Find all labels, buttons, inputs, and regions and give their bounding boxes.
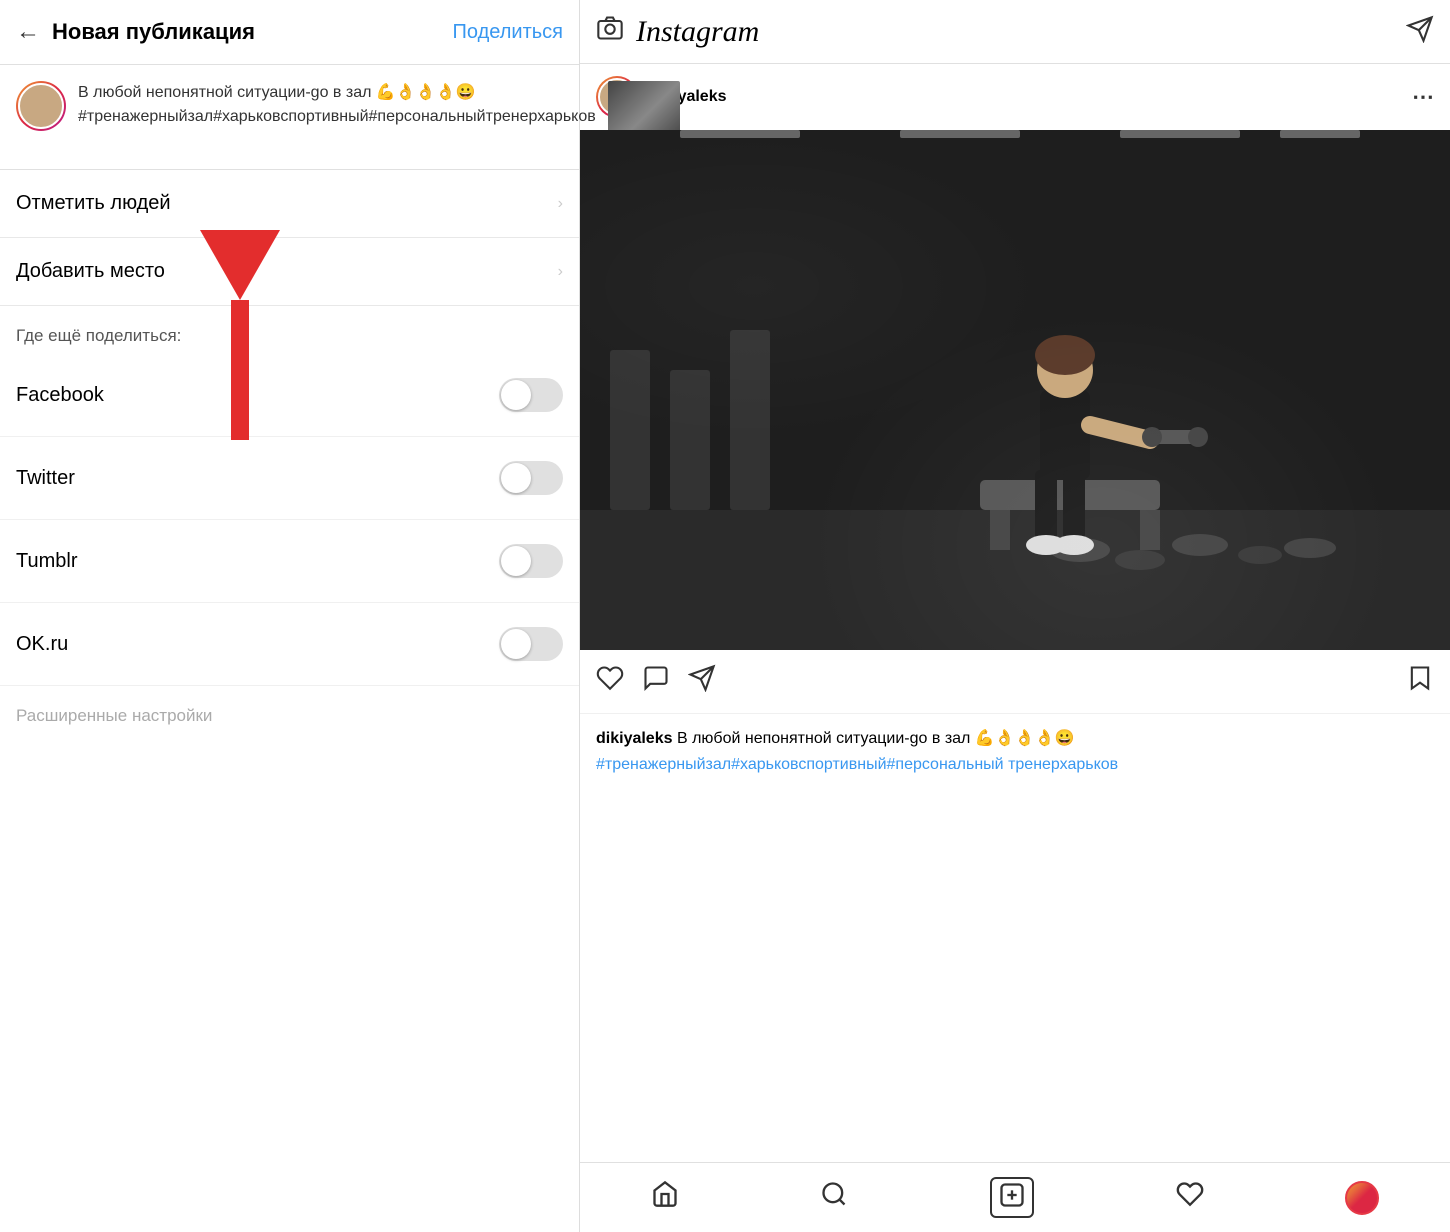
share-icon[interactable] [688, 664, 716, 699]
chevron-right-icon-2: › [558, 263, 563, 281]
caption-area: dikiyaleks В любой непонятной ситуации-g… [580, 714, 1450, 789]
add-location-item[interactable]: Добавить место › [0, 238, 579, 306]
camera-icon[interactable] [596, 14, 624, 49]
instagram-header: Instagram [580, 0, 1450, 64]
search-nav-icon[interactable] [820, 1180, 848, 1215]
okru-toggle-row: OK.ru [0, 603, 579, 686]
gym-image-overlay [580, 130, 1450, 650]
twitter-label: Twitter [16, 467, 75, 490]
okru-label: OK.ru [16, 633, 68, 656]
caption-body: В любой непонятной ситуации-go в зал 💪👌👌… [677, 730, 1074, 747]
post-image-background [580, 130, 1450, 650]
okru-toggle-knob [501, 629, 531, 659]
comment-icon[interactable] [642, 664, 670, 699]
post-username: dikiyaleks [650, 88, 1412, 106]
save-icon[interactable] [1406, 664, 1434, 699]
post-preview: В любой непонятной ситуации-go в зал 💪👌👌… [0, 65, 579, 170]
send-icon[interactable] [1406, 15, 1434, 49]
tag-people-item[interactable]: Отметить людей › [0, 170, 579, 238]
post-hashtags: #тренажерныйзал#харьковспортивный#персон… [78, 108, 596, 125]
caption-text: dikiyaleks В любой непонятной ситуации-g… [596, 726, 1434, 777]
post-header: dikiyaleks ⋯ [580, 64, 1450, 130]
facebook-label: Facebook [16, 384, 104, 407]
right-panel: Instagram dikiyaleks ⋯ [580, 0, 1450, 1232]
page-title: Новая публикация [52, 19, 453, 45]
twitter-toggle-knob [501, 463, 531, 493]
facebook-toggle-knob [501, 380, 531, 410]
bottom-nav [580, 1162, 1450, 1232]
post-caption: В любой непонятной ситуации-go в зал 💪👌👌… [78, 81, 596, 129]
home-nav-icon[interactable] [651, 1180, 679, 1215]
add-location-label: Добавить место [16, 260, 165, 283]
share-section: Где ещё поделиться: [0, 306, 579, 354]
share-section-title: Где ещё поделиться: [16, 326, 181, 345]
left-header: ← Новая публикация Поделиться [0, 0, 579, 65]
profile-nav-icon[interactable] [1345, 1181, 1379, 1215]
tumblr-toggle[interactable] [499, 544, 563, 578]
instagram-logo: Instagram [636, 15, 1406, 49]
heart-nav-icon[interactable] [1176, 1180, 1204, 1215]
chevron-right-icon: › [558, 195, 563, 213]
okru-toggle[interactable] [499, 627, 563, 661]
facebook-toggle[interactable] [499, 378, 563, 412]
caption-username: dikiyaleks [596, 730, 673, 747]
more-options-icon[interactable]: ⋯ [1412, 84, 1434, 110]
facebook-toggle-row: Facebook [0, 354, 579, 437]
add-post-nav-icon[interactable] [990, 1177, 1034, 1218]
tumblr-toggle-knob [501, 546, 531, 576]
share-button[interactable]: Поделиться [453, 21, 563, 44]
twitter-toggle[interactable] [499, 461, 563, 495]
avatar [16, 81, 66, 131]
back-button[interactable]: ← [16, 18, 40, 46]
caption-hashtags: #тренажерныйзал#харьковспортивный#персон… [596, 756, 1118, 773]
like-icon[interactable] [596, 664, 624, 699]
avatar-inner [18, 83, 64, 129]
post-image [580, 130, 1450, 650]
action-bar [580, 650, 1450, 714]
tag-people-label: Отметить людей [16, 192, 171, 215]
advanced-settings-link[interactable]: Расширенные настройки [0, 686, 579, 746]
twitter-toggle-row: Twitter [0, 437, 579, 520]
tumblr-toggle-row: Tumblr [0, 520, 579, 603]
tumblr-label: Tumblr [16, 550, 77, 573]
